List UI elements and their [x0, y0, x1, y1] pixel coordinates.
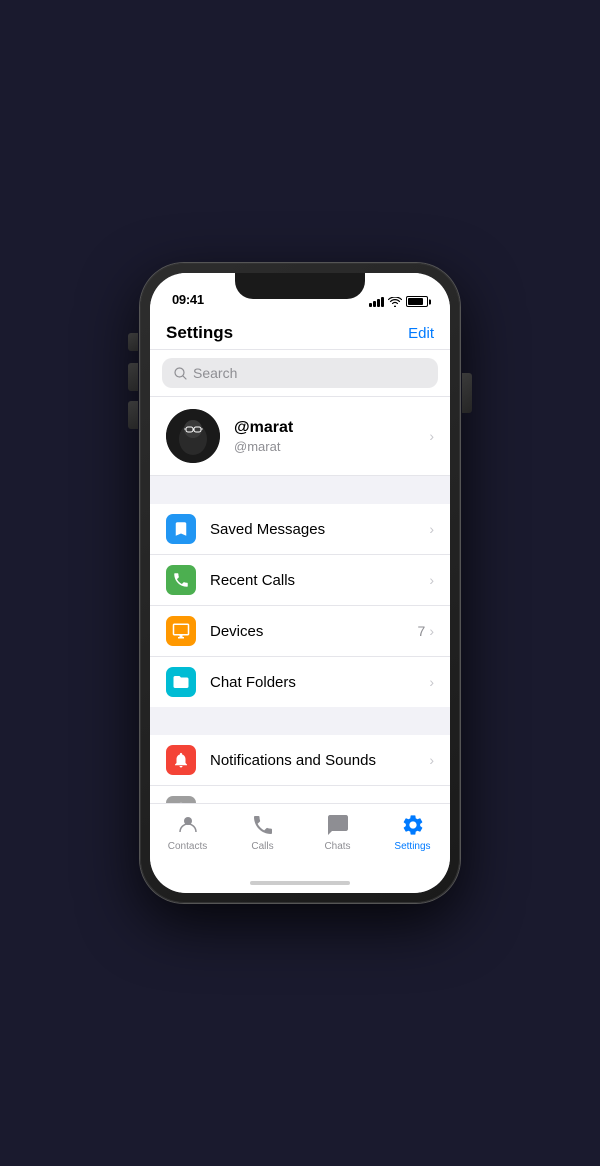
- devices-icon: [166, 616, 196, 646]
- privacy-label: Privacy and Security: [210, 803, 429, 804]
- tab-bar: Contacts Calls Chats: [150, 803, 450, 873]
- phone-frame: 09:41 Setti: [140, 263, 460, 903]
- bookmark-icon: [172, 520, 190, 538]
- status-icons: [369, 296, 428, 307]
- tab-settings[interactable]: Settings: [375, 812, 450, 852]
- tab-chats[interactable]: Chats: [300, 812, 375, 852]
- settings-item-recent-calls[interactable]: Recent Calls ›: [150, 555, 450, 606]
- settings-item-saved-messages[interactable]: Saved Messages ›: [150, 504, 450, 555]
- home-bar: [250, 881, 350, 885]
- settings-item-privacy[interactable]: Privacy and Security ›: [150, 786, 450, 803]
- recent-calls-icon: [166, 565, 196, 595]
- notch: [235, 273, 365, 299]
- settings-item-devices[interactable]: Devices 7 ›: [150, 606, 450, 657]
- saved-messages-chevron: ›: [429, 521, 434, 537]
- recent-calls-label: Recent Calls: [210, 572, 429, 589]
- calls-tab-icon: [250, 812, 276, 838]
- calls-tab-label: Calls: [251, 841, 273, 852]
- signal-icon: [369, 297, 384, 307]
- settings-item-chat-folders[interactable]: Chat Folders ›: [150, 657, 450, 707]
- bell-icon: [172, 751, 190, 769]
- search-container[interactable]: Search: [150, 350, 450, 397]
- tab-contacts[interactable]: Contacts: [150, 812, 225, 852]
- folder-icon: [172, 673, 190, 691]
- profile-section[interactable]: @marat @marat ›: [150, 397, 450, 476]
- lock-icon: [172, 802, 190, 803]
- privacy-icon: [166, 796, 196, 803]
- search-icon: [174, 367, 187, 380]
- calls-phone-icon: [251, 813, 275, 837]
- battery-icon: [406, 296, 428, 307]
- page-title: Settings: [166, 323, 233, 343]
- gear-icon: [401, 813, 425, 837]
- settings-tab-icon: [400, 812, 426, 838]
- profile-info: @marat @marat: [234, 419, 429, 454]
- profile-chevron: ›: [429, 428, 434, 444]
- chat-folders-icon: [166, 667, 196, 697]
- chats-tab-icon: [325, 812, 351, 838]
- notifications-icon: [166, 745, 196, 775]
- devices-badge: 7: [418, 623, 426, 639]
- chat-bubble-icon: [326, 813, 350, 837]
- home-indicator: [150, 873, 450, 893]
- profile-name: @marat: [234, 419, 429, 437]
- section-separator-2: [150, 707, 450, 735]
- notifications-label: Notifications and Sounds: [210, 752, 429, 769]
- devices-label: Devices: [210, 623, 418, 640]
- devices-chevron: ›: [429, 623, 434, 639]
- person-icon: [176, 813, 200, 837]
- chat-folders-label: Chat Folders: [210, 674, 429, 691]
- section-separator-1: [150, 476, 450, 504]
- settings-tab-label: Settings: [394, 841, 430, 852]
- settings-item-notifications[interactable]: Notifications and Sounds ›: [150, 735, 450, 786]
- avatar: [166, 409, 220, 463]
- settings-group-1: Saved Messages › Recent Calls › De: [150, 504, 450, 707]
- search-placeholder: Search: [193, 365, 237, 381]
- avatar-image: [166, 409, 220, 463]
- volume-down-button: [128, 401, 138, 429]
- monitor-icon: [172, 622, 190, 640]
- profile-handle: @marat: [234, 439, 429, 454]
- tab-calls[interactable]: Calls: [225, 812, 300, 852]
- volume-up-button: [128, 363, 138, 391]
- status-time: 09:41: [172, 292, 204, 307]
- wifi-icon: [388, 297, 402, 307]
- edit-button[interactable]: Edit: [408, 325, 434, 342]
- silent-switch: [128, 333, 138, 351]
- recent-calls-chevron: ›: [429, 572, 434, 588]
- navigation-bar: Settings Edit: [150, 313, 450, 350]
- chats-tab-label: Chats: [324, 841, 350, 852]
- chat-folders-chevron: ›: [429, 674, 434, 690]
- power-button: [462, 373, 472, 413]
- phone-screen: 09:41 Setti: [150, 273, 450, 893]
- contacts-tab-icon: [175, 812, 201, 838]
- notifications-chevron: ›: [429, 752, 434, 768]
- search-bar[interactable]: Search: [162, 358, 438, 388]
- phone-icon: [172, 571, 190, 589]
- contacts-tab-label: Contacts: [168, 841, 207, 852]
- settings-group-2: Notifications and Sounds › Privacy and S…: [150, 735, 450, 803]
- saved-messages-label: Saved Messages: [210, 521, 429, 538]
- settings-content[interactable]: Search: [150, 350, 450, 803]
- saved-messages-icon: [166, 514, 196, 544]
